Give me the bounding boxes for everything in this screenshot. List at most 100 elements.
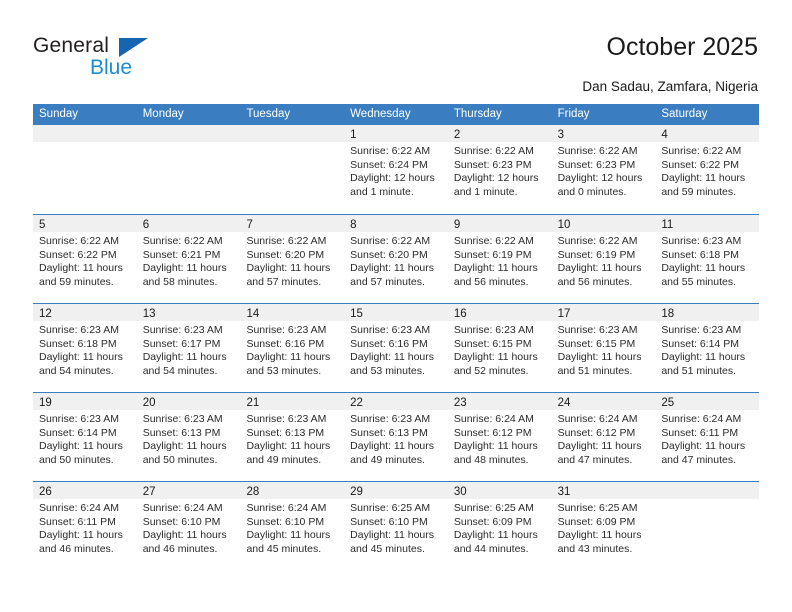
sunset-text: Sunset: 6:20 PM bbox=[246, 248, 325, 261]
calendar-day-cell[interactable]: 5 Sunrise: 6:22 AM Sunset: 6:22 PM Daylight… bbox=[33, 215, 137, 303]
day-details: Sunrise: 6:23 AM Sunset: 6:16 PM Daylight:… bbox=[344, 321, 448, 378]
day-number: 13 bbox=[142, 308, 156, 320]
calendar-day-cell[interactable]: 18 Sunrise: 6:23 AM Sunset: 6:14 PM Dayligh… bbox=[655, 304, 760, 392]
calendar-day-cell[interactable]: 14 Sunrise: 6:23 AM Sunset: 6:16 PM Dayligh… bbox=[240, 304, 345, 392]
calendar-day-cell[interactable]: 1 Sunrise: 6:22 AM Sunset: 6:24 PM Daylight… bbox=[344, 125, 448, 214]
day-details: Sunrise: 6:24 AM Sunset: 6:12 PM Daylight:… bbox=[552, 410, 656, 467]
daylight-text-line1: Daylight: 11 hours bbox=[39, 440, 123, 453]
sunset-text: Sunset: 6:18 PM bbox=[39, 337, 117, 350]
daylight-text-line1: Daylight: 12 hours bbox=[557, 172, 643, 185]
sunrise-text: Sunrise: 6:23 AM bbox=[39, 413, 119, 425]
calendar-day-cell[interactable]: 26 Sunrise: 6:24 AM Sunset: 6:11 PM Dayligh… bbox=[33, 482, 137, 570]
calendar-day-cell[interactable]: 29 Sunrise: 6:25 AM Sunset: 6:10 PM Dayligh… bbox=[344, 482, 448, 570]
day-number: 8 bbox=[350, 219, 357, 231]
day-number-band: 9 bbox=[447, 215, 552, 232]
calendar-day-cell[interactable]: 21 Sunrise: 6:23 AM Sunset: 6:13 PM Dayligh… bbox=[240, 393, 345, 481]
sunset-text: Sunset: 6:11 PM bbox=[39, 515, 116, 528]
day-number-band: 29 bbox=[344, 482, 448, 499]
day-number-band bbox=[655, 482, 760, 499]
sunset-text: Sunset: 6:18 PM bbox=[661, 248, 739, 261]
day-details: Sunrise: 6:24 AM Sunset: 6:12 PM Daylight:… bbox=[448, 410, 552, 467]
sunrise-text: Sunrise: 6:22 AM bbox=[246, 235, 327, 247]
day-number-band: 21 bbox=[240, 393, 345, 410]
daylight-text-line2: and 50 minutes. bbox=[142, 453, 218, 466]
day-details: Sunrise: 6:22 AM Sunset: 6:19 PM Daylight:… bbox=[448, 232, 552, 289]
calendar-day-cell[interactable]: 4 Sunrise: 6:22 AM Sunset: 6:22 PM Daylight… bbox=[655, 125, 760, 214]
day-details: Sunrise: 6:23 AM Sunset: 6:15 PM Daylight:… bbox=[552, 321, 656, 378]
calendar-week-row: 5 Sunrise: 6:22 AM Sunset: 6:22 PM Daylight… bbox=[33, 214, 760, 303]
sunrise-text: Sunrise: 6:25 AM bbox=[453, 502, 534, 514]
calendar-day-cell[interactable]: 7 Sunrise: 6:22 AM Sunset: 6:20 PM Daylight… bbox=[240, 215, 345, 303]
day-number: 20 bbox=[142, 397, 156, 409]
calendar-day-cell[interactable]: 8 Sunrise: 6:22 AM Sunset: 6:20 PM Daylight… bbox=[344, 215, 448, 303]
daylight-text-line1: Daylight: 11 hours bbox=[246, 351, 331, 364]
calendar-day-cell[interactable]: 2 Sunrise: 6:22 AM Sunset: 6:23 PM Daylight… bbox=[447, 125, 552, 214]
day-details: Sunrise: 6:22 AM Sunset: 6:19 PM Daylight:… bbox=[552, 232, 656, 289]
sunrise-text: Sunrise: 6:24 AM bbox=[453, 413, 534, 425]
calendar-day-cell[interactable]: 19 Sunrise: 6:23 AM Sunset: 6:14 PM Dayligh… bbox=[33, 393, 137, 481]
calendar-day-cell[interactable]: 24 Sunrise: 6:24 AM Sunset: 6:12 PM Dayligh… bbox=[551, 393, 656, 481]
calendar-day-cell[interactable]: 9 Sunrise: 6:22 AM Sunset: 6:19 PM Daylight… bbox=[447, 215, 552, 303]
calendar-day-cell[interactable]: 25 Sunrise: 6:24 AM Sunset: 6:11 PM Dayligh… bbox=[655, 393, 760, 481]
calendar-day-cell-empty bbox=[655, 482, 760, 570]
general-blue-logo[interactable]: General Blue bbox=[33, 34, 213, 84]
daylight-text-line1: Daylight: 11 hours bbox=[557, 351, 642, 364]
day-number-band: 23 bbox=[447, 393, 552, 410]
sunrise-text: Sunrise: 6:24 AM bbox=[557, 413, 638, 425]
calendar-day-cell[interactable]: 28 Sunrise: 6:24 AM Sunset: 6:10 PM Dayligh… bbox=[240, 482, 345, 570]
calendar-day-cell[interactable]: 16 Sunrise: 6:23 AM Sunset: 6:15 PM Dayligh… bbox=[447, 304, 552, 392]
calendar-day-cell[interactable]: 13 Sunrise: 6:23 AM Sunset: 6:17 PM Dayligh… bbox=[136, 304, 241, 392]
daylight-text-line2: and 46 minutes. bbox=[39, 542, 114, 555]
calendar-day-cell[interactable]: 11 Sunrise: 6:23 AM Sunset: 6:18 PM Dayligh… bbox=[655, 215, 760, 303]
calendar-day-cell[interactable]: 12 Sunrise: 6:23 AM Sunset: 6:18 PM Dayligh… bbox=[33, 304, 137, 392]
day-number-band: 8 bbox=[344, 215, 448, 232]
calendar-day-cell[interactable]: 27 Sunrise: 6:24 AM Sunset: 6:10 PM Dayligh… bbox=[136, 482, 241, 570]
daylight-text-line2: and 1 minute. bbox=[453, 185, 518, 198]
daylight-text-line1: Daylight: 11 hours bbox=[557, 262, 642, 275]
daylight-text-line1: Daylight: 11 hours bbox=[246, 262, 331, 275]
day-details: Sunrise: 6:23 AM Sunset: 6:16 PM Daylight:… bbox=[240, 321, 344, 378]
calendar-day-cell[interactable]: 15 Sunrise: 6:23 AM Sunset: 6:16 PM Dayligh… bbox=[344, 304, 448, 392]
day-number: 22 bbox=[350, 397, 363, 409]
sunrise-text: Sunrise: 6:23 AM bbox=[350, 413, 431, 425]
weekday-thursday: Thursday bbox=[453, 108, 502, 120]
daylight-text-line2: and 47 minutes. bbox=[557, 453, 633, 466]
daylight-text-line1: Daylight: 12 hours bbox=[453, 172, 539, 185]
sunrise-text: Sunrise: 6:22 AM bbox=[557, 145, 638, 157]
weekday-wednesday: Wednesday bbox=[350, 108, 411, 120]
daylight-text-line1: Daylight: 11 hours bbox=[557, 529, 642, 542]
day-number-band: 10 bbox=[551, 215, 656, 232]
calendar-grid: Sunday Monday Tuesday Wednesday Thursday… bbox=[33, 104, 760, 570]
sunset-text: Sunset: 6:10 PM bbox=[350, 515, 428, 528]
daylight-text-line2: and 56 minutes. bbox=[453, 275, 529, 288]
calendar-day-cell[interactable]: 30 Sunrise: 6:25 AM Sunset: 6:09 PM Dayligh… bbox=[447, 482, 552, 570]
calendar-day-cell[interactable]: 17 Sunrise: 6:23 AM Sunset: 6:15 PM Dayligh… bbox=[551, 304, 656, 392]
daylight-text-line2: and 45 minutes. bbox=[350, 542, 425, 555]
sunset-text: Sunset: 6:12 PM bbox=[453, 426, 532, 439]
calendar-day-cell[interactable]: 3 Sunrise: 6:22 AM Sunset: 6:23 PM Daylight… bbox=[551, 125, 656, 214]
sunrise-text: Sunrise: 6:24 AM bbox=[142, 502, 223, 514]
calendar-day-cell[interactable]: 10 Sunrise: 6:22 AM Sunset: 6:19 PM Dayligh… bbox=[551, 215, 656, 303]
sunset-text: Sunset: 6:14 PM bbox=[39, 426, 117, 439]
sunrise-text: Sunrise: 6:23 AM bbox=[246, 413, 327, 425]
calendar-day-cell[interactable]: 6 Sunrise: 6:22 AM Sunset: 6:21 PM Daylight… bbox=[136, 215, 241, 303]
day-number-band: 22 bbox=[344, 393, 448, 410]
day-number-band: 14 bbox=[240, 304, 345, 321]
calendar-day-cell[interactable]: 22 Sunrise: 6:23 AM Sunset: 6:13 PM Dayligh… bbox=[344, 393, 448, 481]
day-number-band: 25 bbox=[655, 393, 760, 410]
calendar-day-cell[interactable]: 31 Sunrise: 6:25 AM Sunset: 6:09 PM Dayligh… bbox=[551, 482, 656, 570]
daylight-text-line2: and 57 minutes. bbox=[246, 275, 322, 288]
calendar-day-cell[interactable]: 23 Sunrise: 6:24 AM Sunset: 6:12 PM Dayligh… bbox=[447, 393, 552, 481]
sunrise-text: Sunrise: 6:22 AM bbox=[557, 235, 638, 247]
calendar-day-cell[interactable]: 20 Sunrise: 6:23 AM Sunset: 6:13 PM Dayligh… bbox=[136, 393, 241, 481]
sunrise-text: Sunrise: 6:24 AM bbox=[246, 502, 327, 514]
day-number: 5 bbox=[39, 219, 46, 231]
day-number: 6 bbox=[142, 219, 150, 231]
sunset-text: Sunset: 6:23 PM bbox=[453, 158, 532, 171]
daylight-text-line2: and 48 minutes. bbox=[453, 453, 529, 466]
daylight-text-line1: Daylight: 11 hours bbox=[453, 440, 538, 453]
sunrise-text: Sunrise: 6:22 AM bbox=[39, 235, 119, 247]
daylight-text-line1: Daylight: 11 hours bbox=[142, 351, 227, 364]
day-details: Sunrise: 6:22 AM Sunset: 6:21 PM Daylight:… bbox=[137, 232, 241, 289]
day-number: 29 bbox=[350, 486, 363, 498]
